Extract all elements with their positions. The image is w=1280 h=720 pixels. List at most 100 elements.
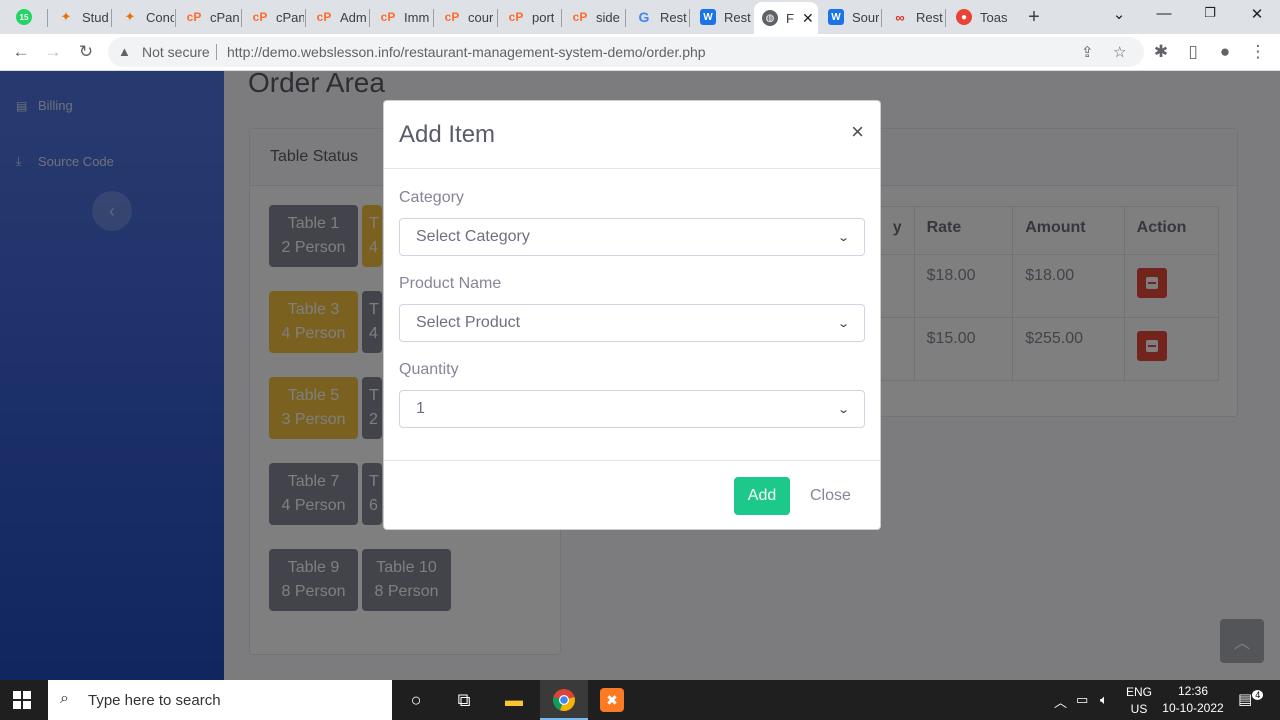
minimize-icon[interactable]: — xyxy=(1153,5,1175,22)
chevron-up-icon[interactable]: ︿ xyxy=(1054,692,1067,711)
xampp-icon[interactable]: ✖ xyxy=(600,688,624,712)
cpanel-icon: cP xyxy=(380,10,396,24)
tab-label: Rest xyxy=(724,9,751,25)
restore-icon[interactable]: ❐ xyxy=(1199,5,1221,21)
clock-date: 10-10-2022 xyxy=(1162,701,1224,715)
tab-label: Toas xyxy=(980,9,1008,25)
globe-icon: ◍ xyxy=(762,10,778,26)
tab-3[interactable]: cP cPan xyxy=(178,4,240,30)
warning-icon: ▲ xyxy=(118,44,131,59)
tab-separator xyxy=(561,9,562,27)
reload-icon[interactable]: ↻ xyxy=(76,42,96,62)
notification-count: 4 xyxy=(1252,690,1264,700)
chevron-down-icon: ⌄ xyxy=(836,231,850,244)
tab-separator xyxy=(111,9,112,27)
quantity-select[interactable]: 1 ⌄ xyxy=(399,390,865,428)
toast-icon: ● xyxy=(956,9,972,25)
tab-label: Sour xyxy=(852,9,880,25)
tab-separator xyxy=(625,9,626,27)
cpanel-icon: cP xyxy=(444,10,460,24)
close-button[interactable]: Close xyxy=(800,477,861,515)
modal-title: Add Item xyxy=(399,121,496,148)
url-text[interactable]: http://demo.webslesson.info/restaurant-m… xyxy=(227,44,706,60)
close-icon[interactable]: ✕ xyxy=(802,10,814,27)
webslesson-icon: ✦ xyxy=(60,9,72,24)
google-icon: G xyxy=(638,9,650,25)
tab-label: cPan xyxy=(210,9,240,25)
address-bar[interactable]: ▲ Not secure http://demo.webslesson.info… xyxy=(108,37,1144,67)
tab-6[interactable]: cP Imm xyxy=(372,4,432,30)
back-icon[interactable]: ← xyxy=(11,42,31,62)
cpanel-icon: cP xyxy=(508,10,524,24)
tab-label: cPan xyxy=(276,9,304,25)
word-icon: W xyxy=(700,9,716,25)
windows-start-icon[interactable] xyxy=(13,691,31,709)
category-select[interactable]: Select Category ⌄ xyxy=(399,218,865,256)
notification-icon[interactable]: ▤ 4 xyxy=(1238,690,1264,708)
tab-14[interactable]: ∞ Rest xyxy=(884,4,944,30)
webslesson-icon: ✦ xyxy=(124,9,136,24)
product-select[interactable]: Select Product ⌄ xyxy=(399,304,865,342)
tab-separator xyxy=(369,9,370,27)
tab-label: Rest xyxy=(660,9,687,25)
menu-icon[interactable]: ⋮ xyxy=(1248,42,1268,62)
share-icon[interactable]: ⇪ xyxy=(1081,43,1094,61)
page-content: ▤ Billing ⤓ Source Code ‹ Order Area Tab… xyxy=(0,71,1280,680)
chevron-down-icon: ⌄ xyxy=(836,403,850,416)
clock-time: 12:36 xyxy=(1177,684,1209,698)
language-indicator[interactable]: ENG US xyxy=(1126,684,1152,718)
add-button[interactable]: Add xyxy=(734,477,790,515)
quantity-selected-value: 1 xyxy=(416,400,425,417)
tab-label: Conc xyxy=(146,9,174,25)
tab-2[interactable]: ✦ Conc xyxy=(114,4,174,30)
cortana-icon[interactable]: ○ xyxy=(404,688,428,712)
taskbar-search-input[interactable]: ⌕ Type here to search xyxy=(48,680,392,720)
search-placeholder: Type here to search xyxy=(88,691,221,709)
close-window-icon[interactable]: ✕ xyxy=(1246,5,1268,23)
task-view-icon[interactable]: ⧉ xyxy=(452,688,476,712)
forward-icon[interactable]: → xyxy=(43,42,63,62)
tab-7[interactable]: cP cour xyxy=(436,4,496,30)
cpanel-icon: cP xyxy=(252,10,268,24)
browser-tabstrip: 15 ✦ Stud ✦ Conc cP cPan cP cPan cP Adm cP Imm… xyxy=(0,0,1280,34)
tab-separator xyxy=(689,9,690,27)
tab-whatsapp[interactable]: 15 xyxy=(8,4,46,30)
tab-5[interactable]: cP Adm xyxy=(308,4,368,30)
sidepanel-icon[interactable]: ▯ xyxy=(1183,42,1203,62)
network-icon[interactable]: ▭ xyxy=(1076,692,1088,708)
clock[interactable]: 12:36 10-10-2022 xyxy=(1160,683,1226,717)
tab-4[interactable]: cP cPan xyxy=(244,4,304,30)
tab-9[interactable]: cP side xyxy=(564,4,624,30)
omnibox-divider xyxy=(216,44,217,60)
file-explorer-icon[interactable]: ▬ xyxy=(502,688,526,712)
word-icon: W xyxy=(828,9,844,25)
tab-label: Rest xyxy=(916,9,943,25)
not-secure-label[interactable]: Not secure xyxy=(142,44,210,60)
tab-label: cour xyxy=(468,9,494,25)
chevron-down-icon[interactable]: ⌄ xyxy=(1108,5,1130,23)
tab-label: Stud xyxy=(82,9,109,25)
star-icon[interactable]: ☆ xyxy=(1113,43,1126,61)
tab-separator xyxy=(305,9,306,27)
new-tab-icon[interactable]: + xyxy=(1024,6,1044,29)
tab-separator xyxy=(881,9,882,27)
tab-label: Adm xyxy=(340,9,367,25)
tab-8[interactable]: cP port xyxy=(500,4,560,30)
product-label: Product Name xyxy=(399,275,502,292)
volume-icon[interactable]: 🔈︎ xyxy=(1100,692,1108,708)
category-label: Category xyxy=(399,189,464,206)
extensions-icon[interactable]: ✱ xyxy=(1151,42,1171,62)
add-item-modal: Add Item × Category Select Category ⌄ Pr… xyxy=(383,100,881,530)
close-icon[interactable]: × xyxy=(851,119,864,145)
chrome-icon xyxy=(553,689,575,712)
profile-icon[interactable]: ● xyxy=(1215,42,1235,62)
tab-15[interactable]: ● Toas xyxy=(948,4,1008,30)
tab-13[interactable]: W Sour xyxy=(820,4,880,30)
whatsapp-icon: 15 xyxy=(16,9,32,25)
tab-11[interactable]: W Rest xyxy=(692,4,752,30)
tab-label: side xyxy=(596,9,620,25)
chrome-taskbar-button[interactable] xyxy=(540,680,588,720)
tab-10[interactable]: G Rest xyxy=(628,4,688,30)
tab-active[interactable]: ◍ F ✕ xyxy=(754,2,818,34)
tab-1[interactable]: ✦ Stud xyxy=(50,4,110,30)
